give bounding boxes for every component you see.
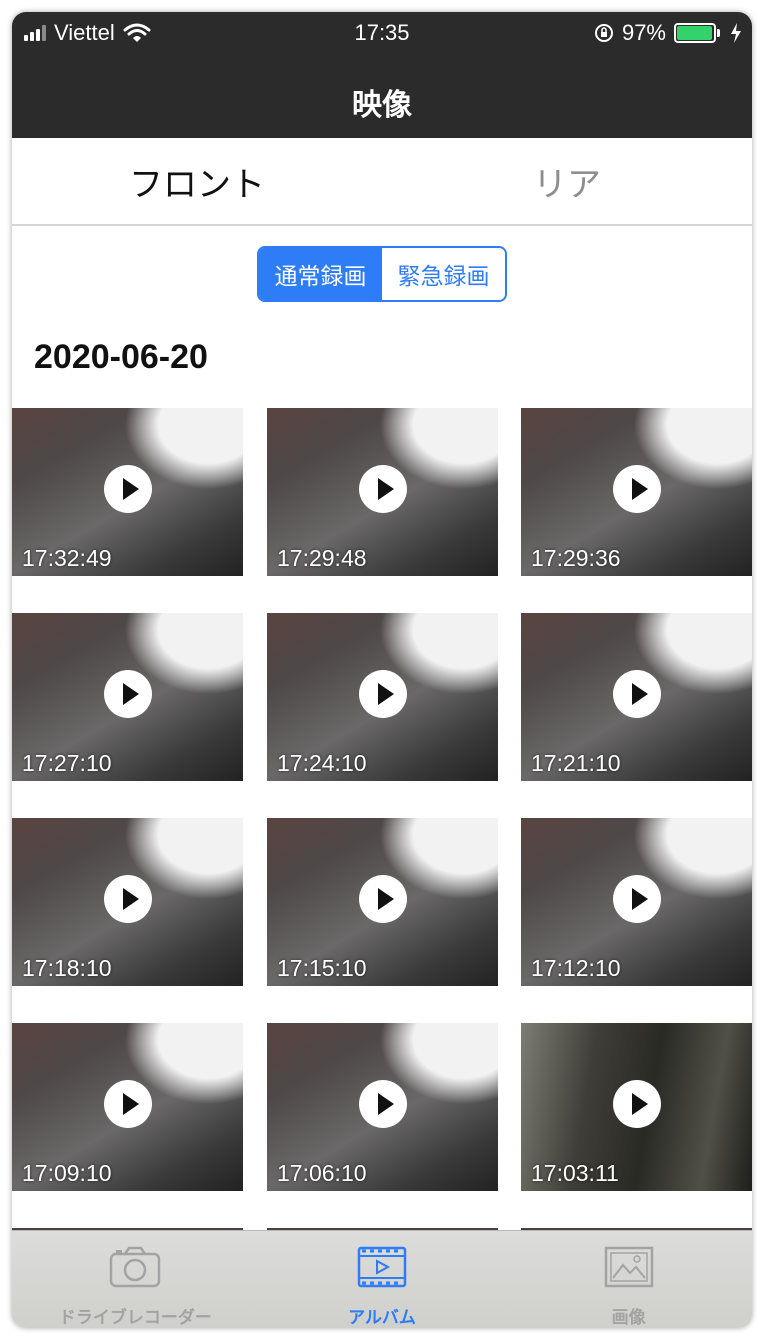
- video-timestamp: 17:03:11: [531, 1160, 619, 1186]
- video-thumbnail[interactable]: 17:29:48: [267, 408, 498, 576]
- charging-bolt-icon: [731, 23, 741, 43]
- play-icon[interactable]: [358, 875, 407, 924]
- play-icon[interactable]: [358, 465, 407, 514]
- video-timestamp: 17:27:10: [22, 750, 112, 776]
- tab-bar-label-drive-recorder: ドライブレコーダー: [58, 1308, 212, 1328]
- video-thumbnail[interactable]: 17:03:11: [521, 1023, 752, 1191]
- status-right: 97%: [594, 20, 742, 46]
- video-timestamp: 17:18:10: [22, 955, 112, 981]
- play-icon[interactable]: [103, 670, 152, 719]
- play-icon[interactable]: [103, 875, 152, 924]
- tab-bar-item-album[interactable]: アルバム: [259, 1231, 506, 1328]
- battery-percent: 97%: [621, 20, 666, 45]
- video-thumbnail[interactable]: 17:12:10: [521, 818, 752, 986]
- page-title: 映像: [352, 88, 412, 123]
- video-thumbnail[interactable]: 17:06:10: [267, 1023, 498, 1191]
- record-type-segmented-control: 通常録画 緊急録画: [257, 246, 507, 302]
- video-thumbnail[interactable]: 17:24:10: [267, 613, 498, 781]
- video-timestamp: 17:06:10: [277, 1160, 367, 1186]
- video-timestamp: 17:32:49: [22, 545, 112, 571]
- video-thumbnail[interactable]: 17:09:10: [12, 1023, 243, 1191]
- tab-rear[interactable]: リア: [382, 138, 752, 224]
- date-heading: 2020-06-20: [34, 338, 208, 376]
- camera-icon: [110, 1246, 161, 1288]
- play-icon[interactable]: [358, 1080, 407, 1129]
- segment-normal-recording[interactable]: 通常録画: [259, 248, 382, 300]
- tab-bar: ドライブレコーダー アルバム 画像: [12, 1230, 752, 1328]
- play-icon[interactable]: [612, 875, 661, 924]
- video-thumbnail[interactable]: 17:27:10: [12, 613, 243, 781]
- play-icon[interactable]: [612, 1080, 661, 1129]
- video-timestamp: 17:15:10: [277, 955, 367, 981]
- rotation-lock-icon: [594, 24, 613, 42]
- tab-bar-label-images: 画像: [611, 1308, 646, 1328]
- film-icon: [357, 1246, 407, 1288]
- app-frame: Viettel 17:35 97% 映像 フロント リア 通常録画 緊急録画 2…: [12, 12, 752, 1328]
- tab-bar-item-images[interactable]: 画像: [505, 1231, 752, 1328]
- video-timestamp: 17:29:48: [277, 545, 367, 571]
- camera-tabs: フロント リア: [12, 138, 752, 226]
- video-thumbnail[interactable]: 17:15:10: [267, 818, 498, 986]
- top-bar: Viettel 17:35 97% 映像: [12, 12, 752, 138]
- play-icon[interactable]: [103, 465, 152, 514]
- play-icon[interactable]: [103, 1080, 152, 1129]
- video-timestamp: 17:12:10: [531, 955, 621, 981]
- image-icon: [604, 1246, 653, 1288]
- battery-icon: [674, 23, 722, 43]
- video-thumbnail[interactable]: 17:32:49: [12, 408, 243, 576]
- segment-emergency-recording[interactable]: 緊急録画: [382, 248, 505, 300]
- video-thumbnail[interactable]: 17:18:10: [12, 818, 243, 986]
- video-timestamp: 17:24:10: [277, 750, 367, 776]
- tab-bar-item-drive-recorder[interactable]: ドライブレコーダー: [12, 1231, 259, 1328]
- play-icon[interactable]: [612, 670, 661, 719]
- video-timestamp: 17:21:10: [531, 750, 621, 776]
- video-thumbnail[interactable]: 17:21:10: [521, 613, 752, 781]
- status-bar: Viettel 17:35 97%: [12, 12, 752, 56]
- video-timestamp: 17:29:36: [531, 545, 621, 571]
- play-icon[interactable]: [358, 670, 407, 719]
- video-timestamp: 17:09:10: [22, 1160, 112, 1186]
- play-icon[interactable]: [612, 465, 661, 514]
- video-thumbnail[interactable]: 17:29:36: [521, 408, 752, 576]
- tab-front[interactable]: フロント: [12, 138, 382, 224]
- tab-bar-label-album: アルバム: [348, 1308, 416, 1328]
